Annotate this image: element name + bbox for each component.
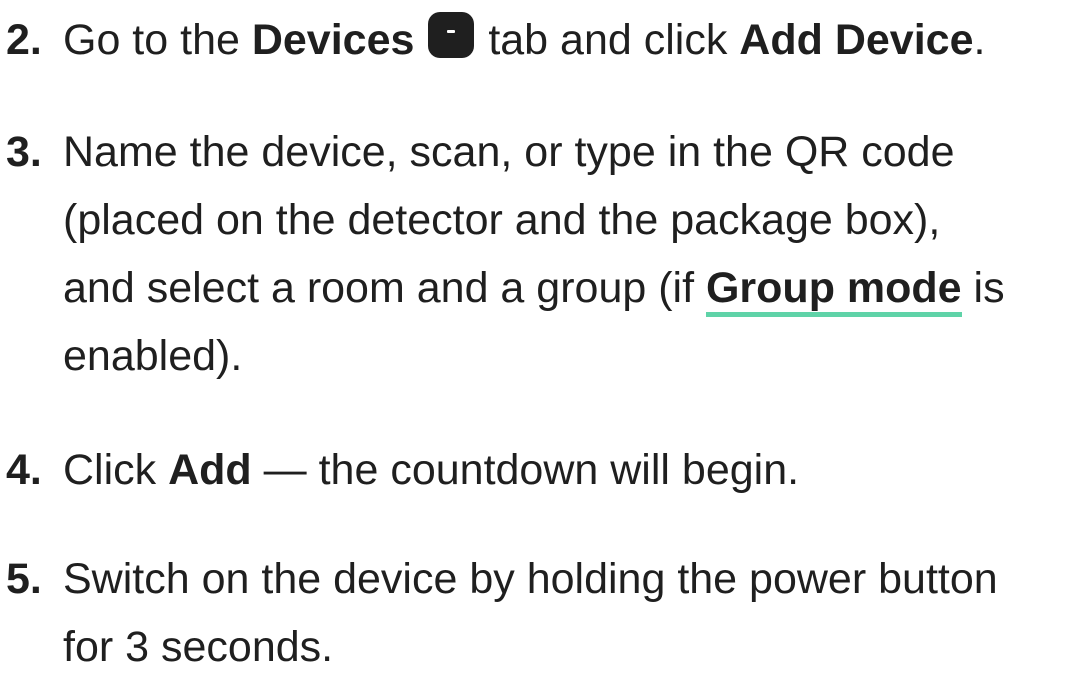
add-device-label: Add Device [739,16,974,64]
step-2: 2. Go to the Devices tab and click Add D… [0,6,1077,74]
group-mode-link[interactable]: Group mode [705,264,962,317]
step-text-segment: Go to the [63,16,252,64]
step-3: 3. Name the device, scan, or type in the… [0,118,1077,390]
step-line: for 3 seconds. [63,623,334,671]
step-number: 3. [6,128,42,176]
step-line: Switch on the device by holding the powe… [63,555,998,603]
step-line: and select a room and a group (if Group … [63,254,1069,322]
step-text-segment: is [961,264,1005,312]
step-text: Name the device, scan, or type in the QR… [63,118,1069,390]
step-text-segment: Click [63,446,169,494]
step-number: 4. [6,446,42,494]
step-line: (placed on the detector and the package … [63,196,941,244]
step-text-segment: . [973,16,986,64]
step-number: 2. [6,16,42,64]
add-label: Add [168,446,252,494]
step-number: 5. [6,555,42,603]
devices-tab-icon [428,12,475,58]
step-text: Go to the Devices tab and click Add Devi… [63,6,1069,74]
step-text: Switch on the device by holding the powe… [63,545,1069,681]
step-line: Name the device, scan, or type in the QR… [63,128,955,176]
step-text: Click Add — the countdown will begin. [63,436,1069,504]
step-line: Go to the Devices tab and click Add Devi… [63,6,1069,74]
step-4: 4. Click Add — the countdown will begin. [0,436,1077,504]
devices-tab-name: Devices [251,16,415,64]
step-text-segment: tab and click [476,16,740,64]
step-line: enabled). [63,332,243,380]
step-text-segment: and select a room and a group (if [63,264,706,312]
step-line: Click Add — the countdown will begin. [63,436,1069,504]
step-text-segment: — the countdown will begin. [251,446,800,494]
step-5: 5. Switch on the device by holding the p… [0,545,1077,681]
